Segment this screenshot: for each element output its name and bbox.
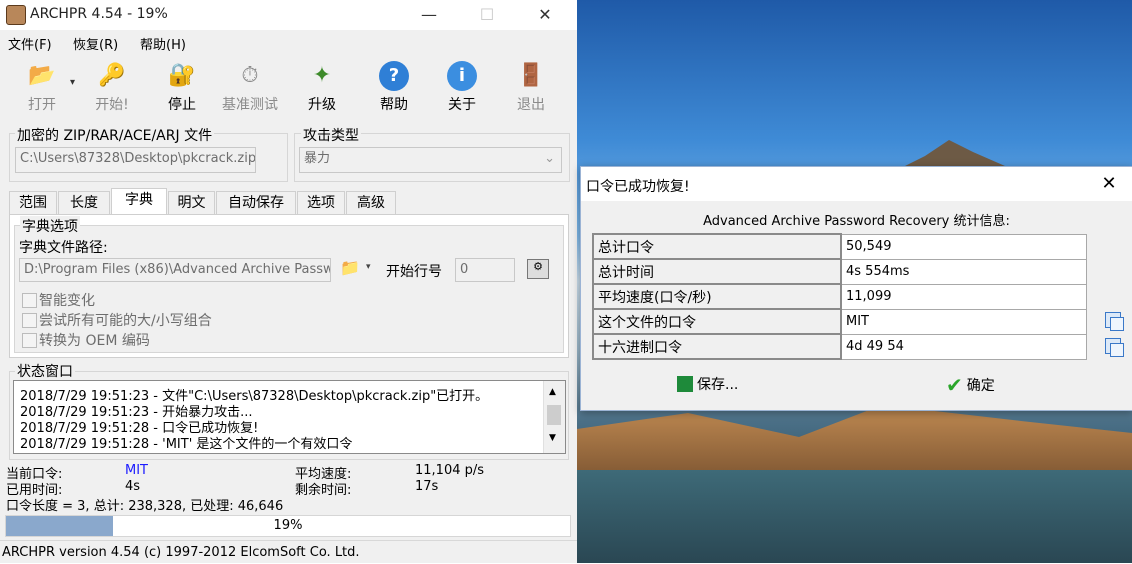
help-button[interactable]: ? 帮助 bbox=[362, 59, 426, 115]
smart-mutation-label: 智能变化 bbox=[39, 293, 95, 309]
table-row: 十六进制口令 4d 49 54 bbox=[592, 333, 1087, 360]
table-row: 总计时间 4s 554ms bbox=[592, 258, 1087, 285]
start-line-field[interactable]: 0 bbox=[455, 258, 515, 282]
dictionary-options-label: 字典选项 bbox=[20, 216, 80, 236]
progress-text: 19% bbox=[273, 518, 303, 533]
smart-mutation-checkbox[interactable] bbox=[22, 293, 37, 308]
start-line-label: 开始行号 bbox=[386, 264, 442, 280]
remaining-time-value: 17s bbox=[415, 479, 439, 494]
maximize-button[interactable]: ☐ bbox=[464, 0, 510, 30]
stat-value: 4s 554ms bbox=[840, 258, 1087, 285]
stop-icon: 🔐 bbox=[168, 63, 196, 88]
save-icon bbox=[677, 376, 693, 392]
info-icon: i bbox=[447, 61, 477, 91]
scroll-down-icon[interactable]: ▼ bbox=[549, 433, 556, 443]
help-icon: ? bbox=[379, 61, 409, 91]
elapsed-time-value: 4s bbox=[125, 479, 141, 494]
stat-value: MIT bbox=[840, 308, 1087, 335]
chevron-down-icon: ⌄ bbox=[544, 151, 555, 166]
tab-options[interactable]: 选项 bbox=[297, 191, 345, 215]
log-line: 2018/7/29 19:51:28 - 'MIT' 是这个文件的一个有效口令 bbox=[20, 437, 353, 452]
minimize-button[interactable]: — bbox=[406, 0, 452, 30]
tab-length[interactable]: 长度 bbox=[58, 191, 110, 215]
stat-value: 50,549 bbox=[840, 233, 1087, 260]
exit-door-icon: 🚪 bbox=[517, 63, 545, 88]
check-icon: ✔ bbox=[946, 373, 963, 397]
status-window-label: 状态窗口 bbox=[15, 361, 75, 381]
app-icon bbox=[6, 5, 26, 25]
upgrade-icon: ✦ bbox=[312, 63, 332, 88]
average-speed-value: 11,104 p/s bbox=[415, 463, 485, 478]
oem-encoding-checkbox[interactable] bbox=[22, 333, 37, 348]
open-button[interactable]: 📂 打开 bbox=[10, 59, 74, 115]
current-password-value: MIT bbox=[125, 463, 148, 478]
copy-password-icon[interactable] bbox=[1105, 312, 1124, 331]
case-combinations-checkbox[interactable] bbox=[22, 313, 37, 328]
browse-folder-icon[interactable]: 📁 bbox=[340, 258, 360, 277]
tab-dictionary[interactable]: 字典 bbox=[111, 188, 167, 216]
tab-plaintext[interactable]: 明文 bbox=[168, 191, 215, 215]
table-row: 平均速度(口令/秒) 11,099 bbox=[592, 283, 1087, 310]
statistics-heading: Advanced Archive Password Recovery 统计信息: bbox=[703, 214, 1010, 229]
start-button[interactable]: 🔑 开始! bbox=[80, 59, 144, 115]
progress-bar: 19% bbox=[5, 515, 571, 537]
stat-key: 这个文件的口令 bbox=[592, 308, 842, 335]
archpr-main-window: ARCHPR 4.54 - 19% — ☐ ✕ 文件(F) 恢复(R) 帮助(H… bbox=[0, 0, 577, 563]
case-combinations-label: 尝试所有可能的大/小写组合 bbox=[39, 313, 212, 329]
upgrade-button[interactable]: ✦ 升级 bbox=[290, 59, 354, 115]
open-folder-icon: 📂 bbox=[28, 63, 56, 88]
tab-autosave[interactable]: 自动保存 bbox=[216, 191, 296, 215]
open-dropdown-arrow-icon[interactable]: ▾ bbox=[70, 77, 75, 88]
tab-advanced[interactable]: 高级 bbox=[346, 191, 396, 215]
stat-key: 平均速度(口令/秒) bbox=[592, 283, 842, 310]
stopwatch-icon: ⏱ bbox=[241, 63, 259, 88]
table-row: 这个文件的口令 MIT bbox=[592, 308, 1087, 335]
close-button[interactable]: ✕ bbox=[522, 0, 568, 30]
log-scrollbar[interactable]: ▲ ▼ bbox=[543, 381, 565, 453]
stat-value: 11,099 bbox=[840, 283, 1087, 310]
browse-dropdown-arrow-icon[interactable]: ▾ bbox=[366, 262, 371, 272]
status-log[interactable]: 2018/7/29 19:51:23 - 文件"C:\Users\87328\D… bbox=[13, 380, 566, 454]
encrypted-file-path-field[interactable]: C:\Users\87328\Desktop\pkcrack.zip bbox=[15, 147, 256, 173]
stat-key: 十六进制口令 bbox=[592, 333, 842, 360]
start-icon: 🔑 bbox=[98, 63, 126, 88]
copy-hex-password-icon[interactable] bbox=[1105, 338, 1124, 357]
menu-file[interactable]: 文件(F) bbox=[8, 34, 52, 53]
stat-value: 4d 49 54 bbox=[840, 333, 1087, 360]
dictionary-path-field[interactable]: D:\Program Files (x86)\Advanced Archive … bbox=[19, 258, 331, 282]
dialog-title-bar: 口令已成功恢复! ✕ bbox=[581, 167, 1132, 201]
settings-icon[interactable]: ⚙ bbox=[527, 259, 549, 279]
menu-help[interactable]: 帮助(H) bbox=[140, 34, 186, 53]
about-button[interactable]: i 关于 bbox=[430, 59, 494, 115]
statistics-table: 总计口令 50,549 总计时间 4s 554ms 平均速度(口令/秒) 11,… bbox=[592, 233, 1087, 360]
save-button[interactable]: 保存... bbox=[677, 372, 738, 398]
stop-button[interactable]: 🔐 停止 bbox=[150, 59, 214, 115]
exit-button[interactable]: 🚪 退出 bbox=[499, 59, 563, 115]
dialog-close-button[interactable]: ✕ bbox=[1086, 167, 1132, 201]
tab-range[interactable]: 范围 bbox=[9, 191, 57, 215]
remaining-time-label: 剩余时间: bbox=[295, 483, 352, 498]
ok-button[interactable]: ✔ 确定 bbox=[946, 372, 995, 398]
password-recovered-dialog: 口令已成功恢复! ✕ Advanced Archive Password Rec… bbox=[580, 166, 1132, 411]
oem-encoding-label: 转换为 OEM 编码 bbox=[39, 333, 150, 349]
attack-type-select[interactable]: 暴力 ⌄ bbox=[299, 147, 562, 173]
status-bar: ARCHPR version 4.54 (c) 1997-2012 ElcomS… bbox=[0, 540, 577, 564]
benchmark-button[interactable]: ⏱ 基准测试 bbox=[218, 59, 282, 115]
table-row: 总计口令 50,549 bbox=[592, 233, 1087, 260]
attack-type-label: 攻击类型 bbox=[301, 125, 361, 145]
stat-key: 总计时间 bbox=[592, 258, 842, 285]
menu-recovery[interactable]: 恢复(R) bbox=[73, 34, 118, 53]
menu-bar: 文件(F) 恢复(R) 帮助(H) bbox=[0, 31, 577, 53]
dictionary-path-label: 字典文件路径: bbox=[19, 240, 108, 256]
version-text: ARCHPR version 4.54 (c) 1997-2012 ElcomS… bbox=[2, 545, 360, 560]
stat-key: 总计口令 bbox=[592, 233, 842, 260]
toolbar: 📂 打开 ▾ 🔑 开始! 🔐 停止 ⏱ 基准测试 ✦ 升级 ? 帮助 i 关于 bbox=[0, 55, 577, 117]
scroll-up-icon[interactable]: ▲ bbox=[549, 387, 556, 397]
encrypted-file-label: 加密的 ZIP/RAR/ACE/ARJ 文件 bbox=[15, 125, 215, 145]
password-length-summary: 口令长度 = 3, 总计: 238,328, 已处理: 46,646 bbox=[6, 499, 284, 514]
title-bar: ARCHPR 4.54 - 19% — ☐ ✕ bbox=[0, 0, 577, 30]
scroll-thumb[interactable] bbox=[547, 405, 561, 425]
dialog-title: 口令已成功恢复! bbox=[586, 179, 690, 195]
window-title: ARCHPR 4.54 - 19% bbox=[30, 6, 168, 22]
